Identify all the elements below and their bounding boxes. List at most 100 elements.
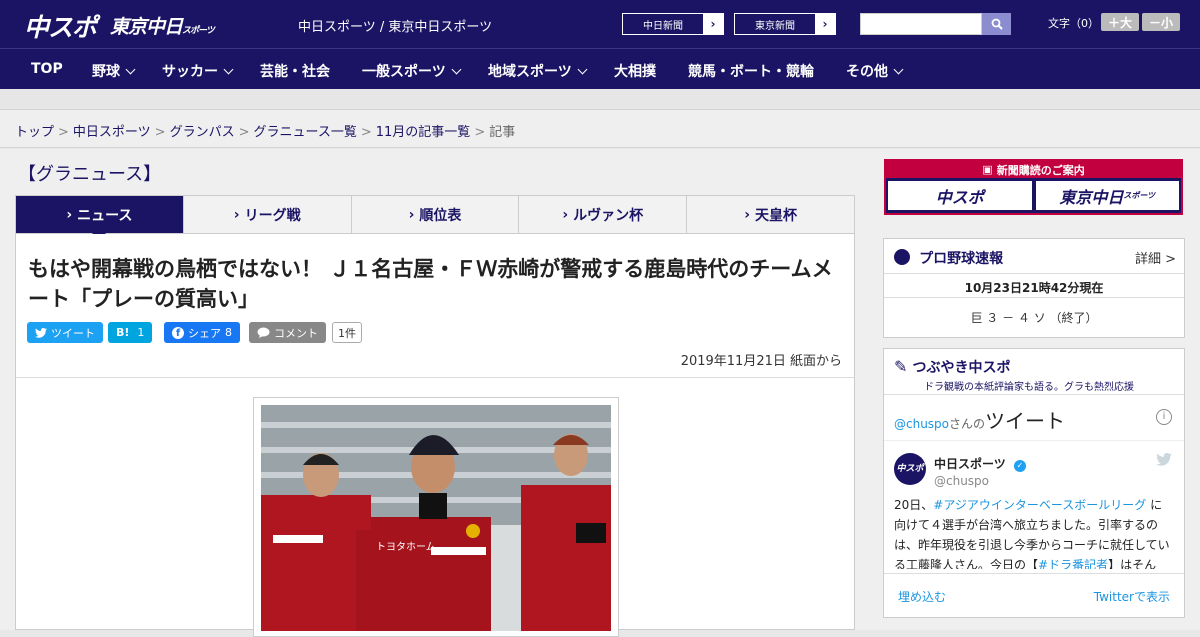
breadcrumb-separator: >	[58, 125, 69, 140]
nav-item-top[interactable]: TOP	[31, 61, 63, 77]
tab-label: ニュース	[77, 207, 133, 224]
breadcrumb-november-list[interactable]: 11月の記事一覧	[376, 125, 471, 140]
article-divider	[16, 377, 854, 378]
tab-league[interactable]: › リーグ戦	[182, 196, 351, 233]
tab-label: ルヴァン杯	[573, 207, 644, 224]
main-navigation: TOP 野球 サッカー 芸能・社会 一般スポーツ 地域スポーツ 大相撲 競馬・ボ…	[0, 48, 1200, 89]
nav-item-label: 競馬・ボート・競輪	[688, 64, 814, 80]
tokyo-chunichi-subscribe[interactable]: 東京中日 スポーツ	[1035, 181, 1179, 210]
tab-levain-cup[interactable]: › ルヴァン杯	[518, 196, 686, 233]
article-photo[interactable]: トヨタホーム	[253, 397, 619, 637]
search-input[interactable]	[860, 13, 982, 35]
top-header-bar: 中スポ 東京中日スポーツ 中日スポーツ / 東京中日スポーツ 中日新聞 › 東京…	[0, 0, 1200, 48]
twitter-bird-icon	[35, 327, 47, 338]
twitter-handle-link[interactable]: @chuspo	[894, 417, 949, 431]
newspaper-icon: ▣	[982, 163, 993, 176]
nav-item-label: 地域スポーツ	[488, 64, 572, 80]
breadcrumb-separator: >	[238, 125, 250, 140]
chevron-down-icon	[125, 64, 136, 75]
tokyo-chunichi-subscribe-label: 東京中日	[1059, 187, 1124, 207]
breadcrumb: トップ > 中日スポーツ > グランパス > グラニュース一覧 >11月の記事一覧 > 記事	[0, 110, 1200, 148]
tweets-label: ツイート	[985, 409, 1066, 433]
hatena-bookmark-button[interactable]: B! 1	[108, 322, 153, 343]
tab-emperors-cup[interactable]: › 天皇杯	[686, 196, 854, 233]
verified-badge-icon: ✓	[1013, 460, 1026, 472]
tsubuyaki-title: つぶやき中スポ	[912, 360, 1011, 376]
baseball-detail-link[interactable]: 詳細 >	[1135, 248, 1176, 267]
hatena-icon: B!	[116, 326, 130, 339]
chuspo-subscribe[interactable]: 中スポ	[888, 181, 1032, 210]
speech-bubble-icon	[257, 327, 270, 338]
view-on-twitter-link[interactable]: Twitterで表示	[1094, 588, 1170, 605]
tab-label: リーグ戦	[244, 207, 301, 224]
nav-item-regional-sports[interactable]: 地域スポーツ	[488, 61, 588, 81]
chevron-down-icon	[451, 64, 462, 75]
nav-item-soccer[interactable]: サッカー	[162, 61, 234, 81]
baseball-score-row[interactable]: 巨 ３ － ４ ソ （終了）	[884, 298, 1184, 326]
breadcrumb-chunichi-sports[interactable]: 中日スポーツ	[73, 125, 151, 140]
nav-item-racing[interactable]: 競馬・ボート・競輪	[688, 61, 814, 81]
site-names: 中日スポーツ / 東京中日スポーツ	[298, 20, 493, 35]
nav-item-label: その他	[846, 64, 888, 80]
tweet-button[interactable]: ツイート	[27, 322, 103, 343]
comment-button[interactable]: コメント	[249, 322, 326, 343]
tweet-hashtag-link[interactable]: #アジアウインターベースボールリーグ	[933, 498, 1146, 512]
tweet-hashtag-link[interactable]: #ドラ番記者	[1038, 558, 1108, 569]
chunichi-shimbun-link[interactable]: 中日新聞 ›	[622, 13, 724, 35]
section-title: 【グラニュース】	[18, 164, 162, 185]
article-date: 2019年11月21日 紙面から	[680, 354, 842, 369]
info-icon[interactable]: i	[1156, 409, 1172, 425]
tab-label: 天皇杯	[754, 207, 797, 224]
facebook-share-label: シェア	[188, 326, 221, 340]
facebook-count: 8	[225, 326, 232, 339]
article-card: もはや開幕戦の鳥栖ではない！ Ｊ１名古屋・ＦＷ赤崎が警戒する鹿島時代のチームメー…	[15, 234, 855, 637]
font-bigger-button[interactable]: ＋大	[1101, 13, 1139, 31]
nav-item-label: 芸能・社会	[260, 64, 330, 80]
baseball-icon	[894, 249, 910, 265]
nav-item-other[interactable]: その他	[846, 61, 904, 81]
handle-suffix: さんの	[949, 417, 986, 431]
chuspo-logo[interactable]: 中スポ	[24, 8, 97, 44]
tweet-author-handle[interactable]: @chuspo	[934, 474, 1026, 488]
chunichi-shimbun-label: 中日新聞	[643, 20, 683, 32]
breadcrumb-separator: >	[360, 125, 372, 140]
tokyo-chunichi-logo[interactable]: 東京中日スポーツ	[110, 12, 215, 39]
avatar[interactable]: 中スポ	[894, 453, 926, 485]
tab-news[interactable]: › ニュース	[16, 196, 183, 240]
nav-item-label: 一般スポーツ	[362, 64, 446, 80]
tokyo-shimbun-label: 東京新聞	[755, 20, 795, 32]
twitter-bird-icon	[1156, 453, 1172, 466]
tweet-text-part: 20日、	[894, 498, 934, 512]
chevron-right-icon: ›	[703, 14, 723, 34]
nav-item-entertainment[interactable]: 芸能・社会	[260, 61, 330, 81]
search-button[interactable]	[982, 13, 1011, 35]
baseball-timestamp: 10月23日21時42分現在	[884, 274, 1184, 298]
tokyo-chunichi-subscribe-small: スポーツ	[1123, 191, 1156, 200]
embed-link[interactable]: 埋め込む	[898, 590, 946, 604]
tweet-author-name[interactable]: 中日スポーツ	[934, 457, 1006, 471]
tab-chevron-icon: ›	[408, 206, 415, 223]
comment-count-badge[interactable]: 1件	[332, 322, 362, 343]
pen-icon: ✎	[894, 357, 908, 376]
nav-item-label: TOP	[31, 61, 63, 77]
tab-standings[interactable]: › 順位表	[350, 196, 519, 233]
nav-item-sumo[interactable]: 大相撲	[614, 61, 656, 81]
breadcrumb-separator: >	[474, 125, 486, 140]
subscription-banner[interactable]: ▣ 新聞購読のご案内 中スポ 東京中日 スポーツ	[884, 159, 1183, 215]
search-icon	[991, 18, 1003, 30]
breadcrumb-grampus[interactable]: グランパス	[170, 125, 235, 140]
article-headline: もはや開幕戦の鳥栖ではない！ Ｊ１名古屋・ＦＷ赤崎が警戒する鹿島時代のチームメー…	[28, 257, 833, 311]
tokyo-shimbun-link[interactable]: 東京新聞 ›	[734, 13, 836, 35]
facebook-icon: f	[172, 326, 184, 339]
nav-item-general-sports[interactable]: 一般スポーツ	[362, 61, 462, 81]
chevron-down-icon	[577, 64, 588, 75]
subscription-strip: ▣ 新聞購読のご案内	[886, 161, 1181, 178]
breadcrumb-top[interactable]: トップ	[15, 125, 54, 140]
breadcrumb-gura-news-list[interactable]: グラニュース一覧	[254, 125, 357, 140]
font-smaller-button[interactable]: －小	[1142, 13, 1180, 31]
hatena-count: 1	[137, 326, 145, 339]
nav-item-baseball[interactable]: 野球	[92, 61, 136, 81]
players-training-photo: トヨタホーム	[261, 405, 611, 631]
chevron-down-icon	[893, 64, 904, 75]
facebook-share-button[interactable]: f シェア 8	[164, 322, 240, 343]
